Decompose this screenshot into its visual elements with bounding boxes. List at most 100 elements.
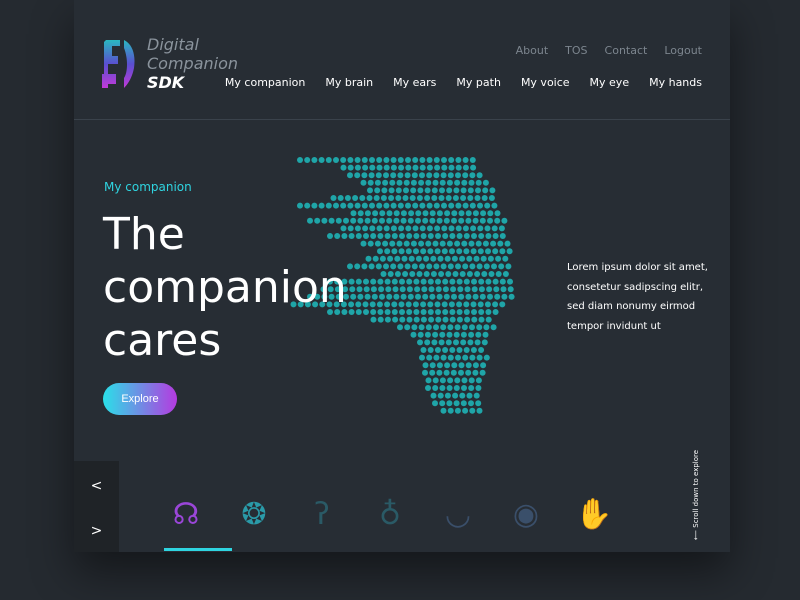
title-line: cares <box>103 315 222 366</box>
dot <box>395 195 402 201</box>
dot <box>400 217 407 224</box>
dot <box>480 255 487 262</box>
prev-button[interactable]: < <box>74 478 119 494</box>
dot <box>397 263 404 270</box>
dot <box>425 240 432 247</box>
dot <box>398 301 405 308</box>
dot <box>363 233 369 239</box>
dot <box>355 301 362 308</box>
foot-icon[interactable]: ♁ <box>368 490 412 538</box>
dot <box>412 301 419 308</box>
dot <box>458 369 464 376</box>
dot <box>408 255 415 262</box>
dot <box>379 255 386 262</box>
dot <box>357 293 364 300</box>
dot <box>447 377 454 384</box>
nav-tos[interactable]: TOS <box>565 44 587 57</box>
nav-my-voice[interactable]: My voice <box>521 76 570 89</box>
dot <box>378 286 385 293</box>
dot <box>427 309 434 315</box>
dot <box>394 255 401 262</box>
dot <box>426 263 433 270</box>
nav-logout[interactable]: Logout <box>664 44 702 57</box>
dot <box>453 331 460 338</box>
dot <box>384 309 391 315</box>
dot <box>420 248 427 255</box>
dot <box>340 157 347 163</box>
dot <box>428 316 435 323</box>
dot <box>471 278 477 285</box>
dot <box>465 369 472 376</box>
dot <box>397 202 404 209</box>
dot <box>420 301 427 308</box>
dot <box>377 278 384 285</box>
dot <box>417 331 424 338</box>
dot <box>424 195 431 201</box>
dot <box>354 225 361 232</box>
dot <box>469 202 476 209</box>
dot <box>484 202 491 209</box>
dot <box>382 179 389 186</box>
lips-icon[interactable]: ◡ <box>436 490 480 538</box>
dot <box>475 331 482 338</box>
dot <box>495 271 502 277</box>
dot <box>433 202 440 209</box>
dot <box>461 377 468 384</box>
dot <box>383 263 389 270</box>
companion-head-icon[interactable]: ☊ <box>164 490 208 538</box>
dot <box>435 309 441 315</box>
dot <box>368 263 375 270</box>
dot <box>364 210 371 217</box>
dot <box>450 286 457 293</box>
dot <box>390 202 397 209</box>
dot <box>460 339 467 346</box>
dot <box>465 362 472 369</box>
dot <box>502 271 509 277</box>
nav-my-eye[interactable]: My eye <box>590 76 630 89</box>
dot <box>439 385 446 391</box>
dot <box>489 187 496 194</box>
nav-my-path[interactable]: My path <box>456 76 501 89</box>
title-line: companion <box>103 262 347 313</box>
nav-contact[interactable]: Contact <box>605 44 648 57</box>
dot <box>429 293 436 300</box>
dot <box>449 347 456 353</box>
dot <box>374 240 381 247</box>
dot <box>494 293 501 300</box>
dot <box>410 331 417 338</box>
dot <box>434 301 441 308</box>
dot <box>473 255 480 262</box>
dot <box>415 217 421 224</box>
dot <box>425 179 432 186</box>
dot <box>419 202 426 209</box>
dot <box>411 324 418 331</box>
dot <box>384 301 391 308</box>
hands-icon[interactable]: ✋ <box>572 490 616 538</box>
next-button[interactable]: > <box>74 523 119 539</box>
dot <box>420 309 427 315</box>
nav-my-ears[interactable]: My ears <box>393 76 436 89</box>
dot <box>460 331 467 338</box>
dot <box>418 324 425 331</box>
explore-button[interactable]: Explore <box>103 383 177 415</box>
dot <box>451 293 457 300</box>
dot <box>355 278 362 285</box>
nav-my-companion[interactable]: My companion <box>225 76 305 89</box>
dot <box>370 309 377 315</box>
brain-icon[interactable]: ❂ <box>232 490 276 538</box>
nav-about[interactable]: About <box>516 44 549 57</box>
dot <box>437 255 444 262</box>
dot <box>491 202 498 209</box>
eye-icon[interactable]: ◉ <box>504 490 548 538</box>
ear-icon[interactable]: ʔ <box>300 490 344 538</box>
dot <box>347 263 353 270</box>
nav-my-brain[interactable]: My brain <box>325 76 373 89</box>
dot <box>436 210 443 217</box>
dot <box>433 354 440 361</box>
dot <box>431 187 438 194</box>
dot <box>439 240 446 247</box>
dot <box>432 240 439 247</box>
nav-my-hands[interactable]: My hands <box>649 76 702 89</box>
dot <box>412 164 419 171</box>
dot <box>490 324 497 331</box>
